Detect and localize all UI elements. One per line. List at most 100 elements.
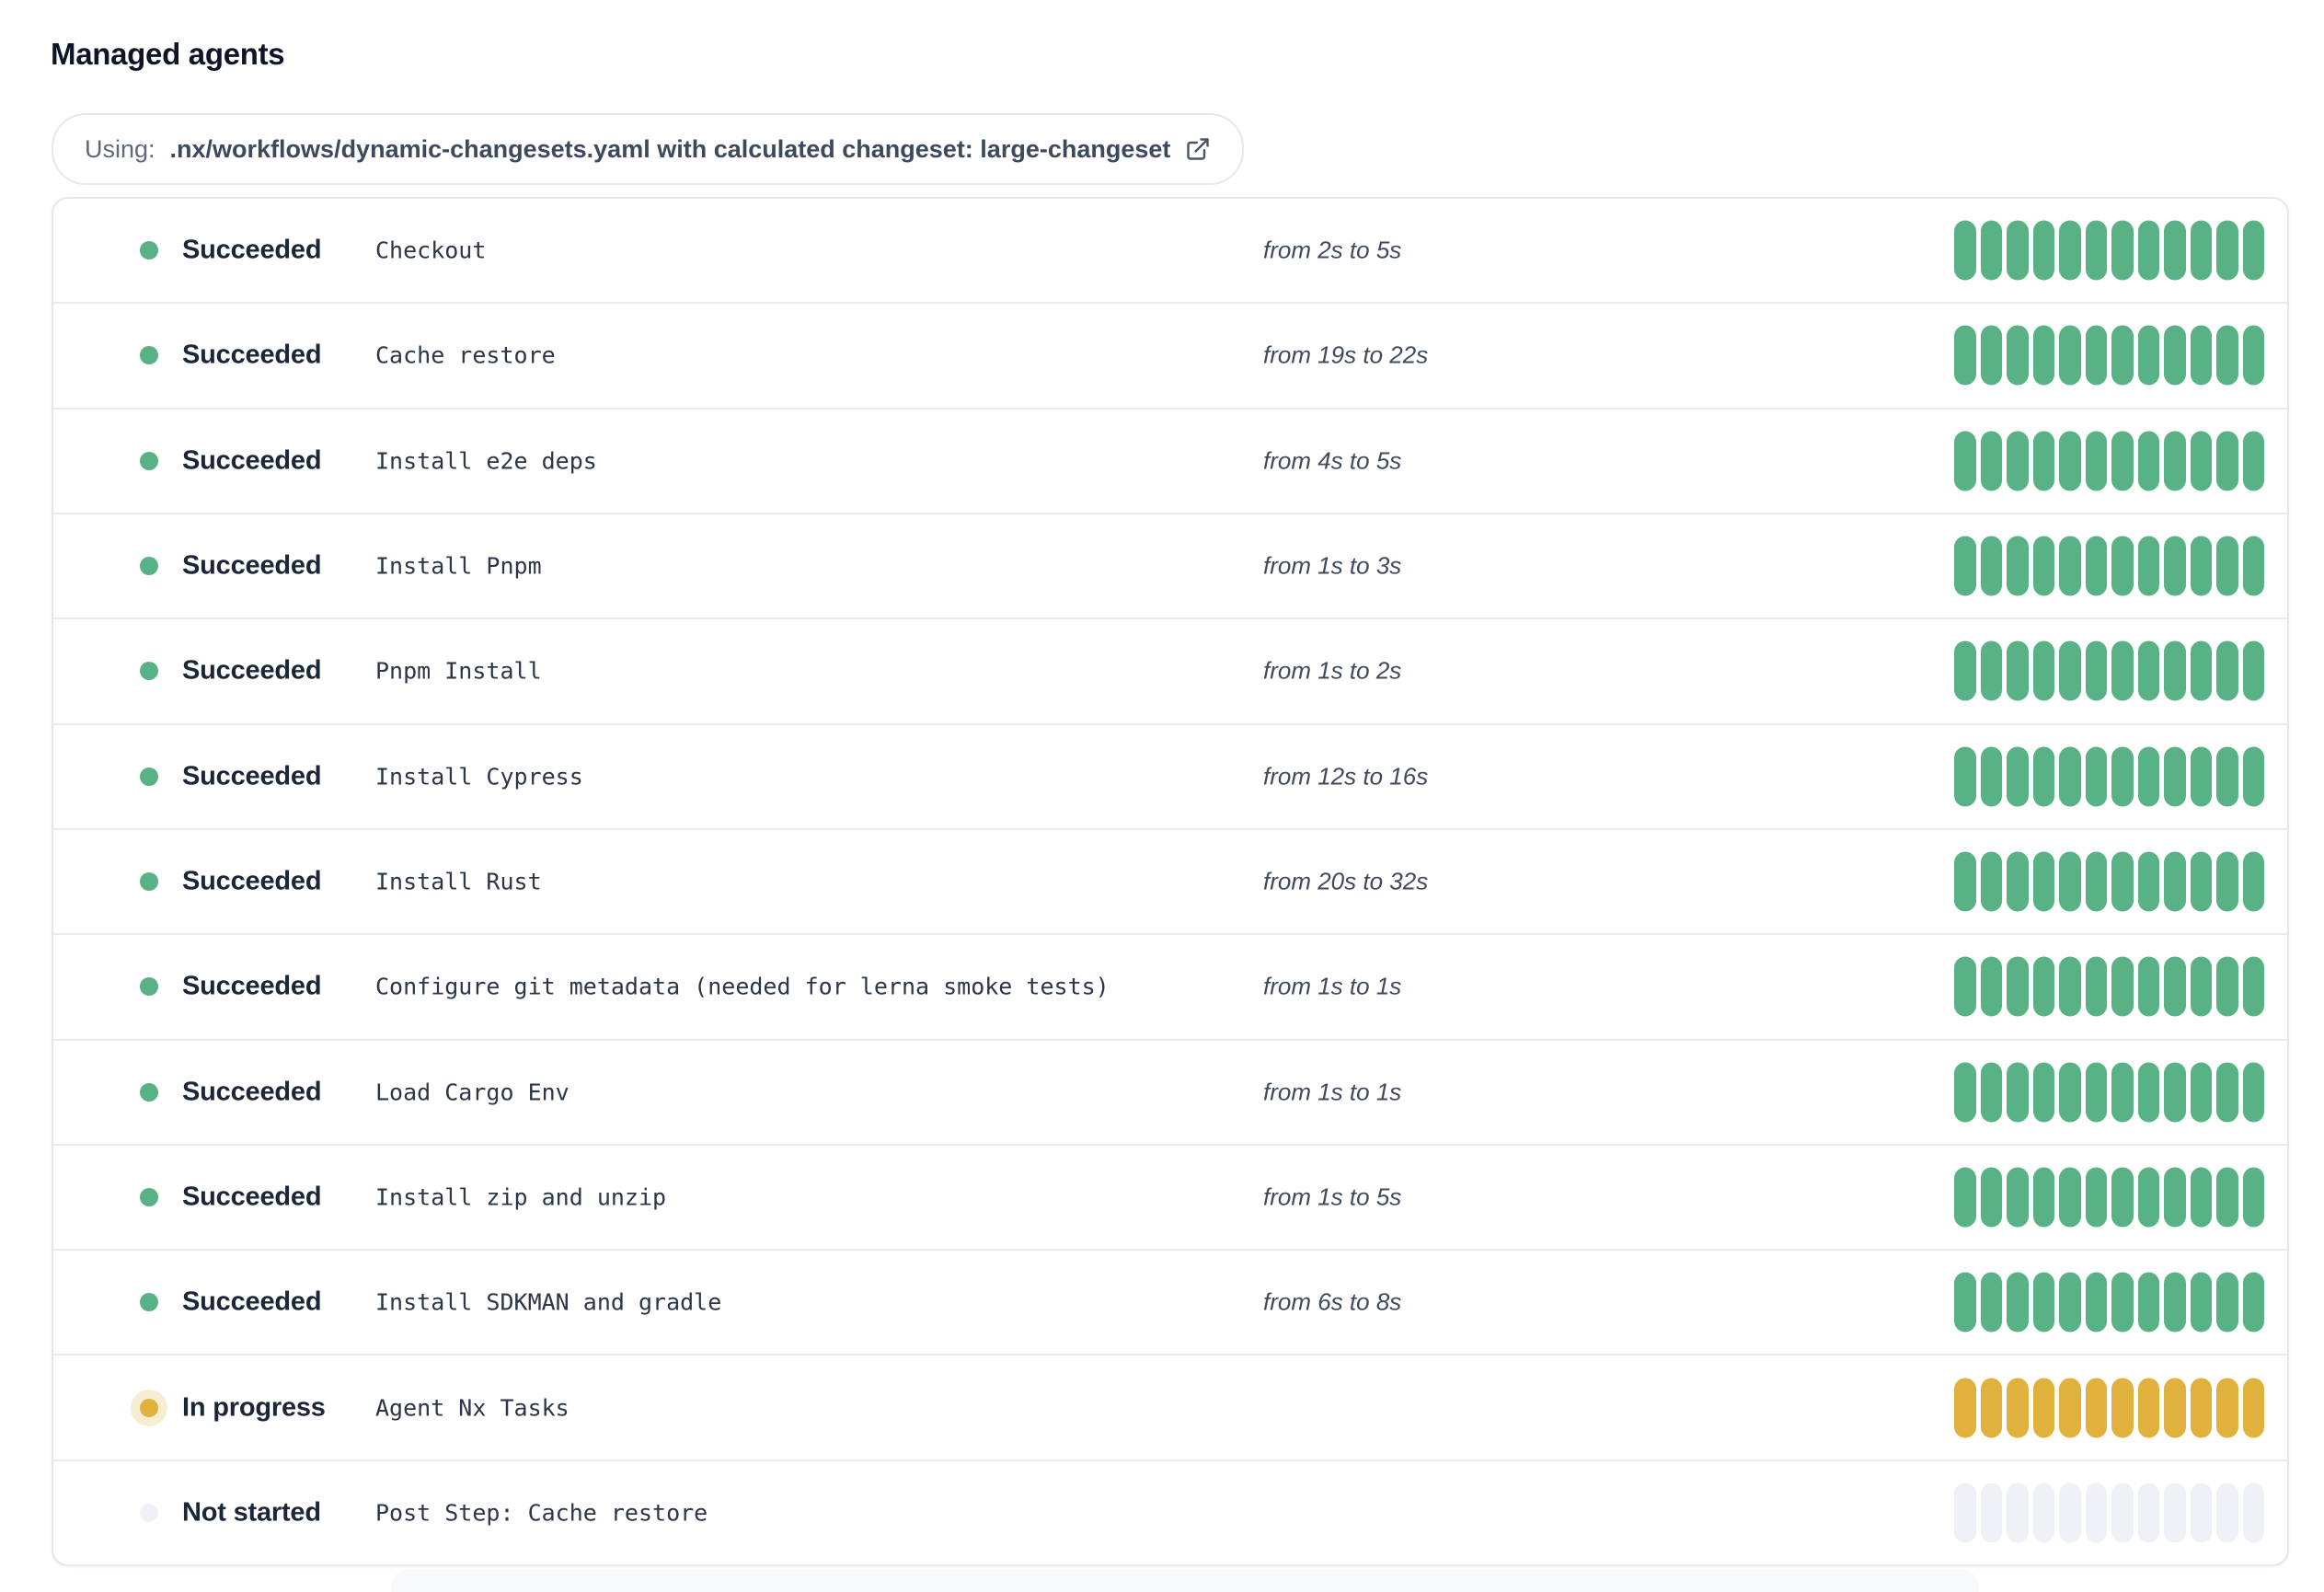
status-label: Succeeded xyxy=(182,866,322,896)
progress-segment xyxy=(2059,640,2081,701)
progress-segment xyxy=(2137,851,2159,912)
progress-segment xyxy=(2137,1062,2159,1123)
progress-segment xyxy=(1980,325,2002,386)
progress-segments xyxy=(1954,1167,2264,1228)
progress-segment xyxy=(2242,640,2264,701)
step-name: Load Cargo Env xyxy=(375,1079,569,1106)
progress-segment xyxy=(2164,956,2186,1017)
progress-segment xyxy=(2007,1378,2029,1438)
progress-segments xyxy=(1954,956,2264,1017)
progress-segment xyxy=(1954,220,1976,281)
progress-segment xyxy=(2164,220,2186,281)
managed-agents-page: Managed agents Using: .nx/workflows/dyna… xyxy=(0,0,2324,1592)
status-label: Succeeded xyxy=(182,340,322,370)
progress-segment xyxy=(2111,746,2134,807)
agent-step-row[interactable]: Succeeded Load Cargo Env from 1s to 1s xyxy=(53,1041,2287,1146)
progress-segment xyxy=(1980,746,2002,807)
progress-segment xyxy=(2111,956,2134,1017)
progress-segment xyxy=(2059,956,2081,1017)
progress-segment xyxy=(2059,536,2081,596)
step-name: Cache restore xyxy=(375,341,556,369)
agent-step-row[interactable]: Succeeded Checkout from 2s to 5s xyxy=(53,199,2287,305)
progress-segment xyxy=(2059,431,2081,491)
progress-segment xyxy=(2164,1272,2186,1332)
status-dot-icon xyxy=(140,977,158,997)
status-dot-icon xyxy=(140,1503,158,1522)
agent-step-row[interactable]: Succeeded Install zip and unzip from 1s … xyxy=(53,1146,2287,1252)
step-name: Agent Nx Tasks xyxy=(375,1394,569,1422)
progress-segment xyxy=(1980,536,2002,596)
progress-segment xyxy=(2216,220,2238,281)
agent-step-row[interactable]: Succeeded Install Rust from 20s to 32s xyxy=(53,830,2287,936)
progress-segment xyxy=(2164,1378,2186,1438)
progress-segments xyxy=(1954,431,2264,491)
progress-segment xyxy=(2059,1062,2081,1123)
step-name: Install Rust xyxy=(375,868,542,895)
progress-segment xyxy=(2216,851,2238,912)
progress-segments xyxy=(1954,1378,2264,1438)
progress-segment xyxy=(1954,325,1976,386)
external-link-icon[interactable] xyxy=(1185,136,1211,162)
progress-segment xyxy=(2190,746,2212,807)
progress-segment xyxy=(2164,325,2186,386)
progress-segment xyxy=(2190,1062,2212,1123)
agent-step-row[interactable]: Succeeded Pnpm Install from 1s to 2s xyxy=(53,619,2287,725)
progress-segment xyxy=(2164,640,2186,701)
progress-segment xyxy=(2242,1482,2264,1543)
progress-segment xyxy=(1980,956,2002,1017)
progress-segment xyxy=(2190,851,2212,912)
progress-segment xyxy=(2242,536,2264,596)
progress-segment xyxy=(2085,851,2107,912)
agent-step-row[interactable]: Succeeded Cache restore from 19s to 22s xyxy=(53,304,2287,410)
agent-step-row[interactable]: Succeeded Configure git metadata (needed… xyxy=(53,935,2287,1041)
progress-segment xyxy=(2164,746,2186,807)
progress-segment xyxy=(2216,431,2238,491)
agent-step-row[interactable]: In progress Agent Nx Tasks xyxy=(53,1356,2287,1461)
progress-segment xyxy=(2242,1378,2264,1438)
workflow-config-banner[interactable]: Using: .nx/workflows/dynamic-changesets.… xyxy=(52,113,1245,185)
progress-segment xyxy=(2216,1167,2238,1228)
progress-segment xyxy=(2164,1062,2186,1123)
status-label: Succeeded xyxy=(182,235,322,265)
status-label: Not started xyxy=(182,1497,321,1528)
progress-segment xyxy=(2164,536,2186,596)
progress-segment xyxy=(2137,431,2159,491)
step-duration: from 12s to 16s xyxy=(1263,762,1429,790)
agent-step-row[interactable]: Succeeded Install Pnpm from 1s to 3s xyxy=(53,514,2287,620)
status-dot-icon xyxy=(140,872,158,892)
progress-segment xyxy=(2242,851,2264,912)
progress-segment xyxy=(2137,746,2159,807)
next-section-sliver xyxy=(392,1570,1978,1592)
agents-list: Succeeded Checkout from 2s to 5s Succeed… xyxy=(52,197,2289,1566)
progress-segment xyxy=(2032,431,2054,491)
agent-step-row[interactable]: Not started Post Step: Cache restore xyxy=(53,1461,2287,1564)
progress-segment xyxy=(1954,431,1976,491)
step-name: Pnpm Install xyxy=(375,657,542,685)
progress-segment xyxy=(2032,1378,2054,1438)
progress-segment xyxy=(2111,640,2134,701)
progress-segment xyxy=(2190,431,2212,491)
progress-segment xyxy=(2190,956,2212,1017)
progress-segment xyxy=(1980,431,2002,491)
progress-segment xyxy=(1980,1272,2002,1332)
progress-segment xyxy=(1980,220,2002,281)
step-name: Install Pnpm xyxy=(375,552,542,580)
status-dot-icon xyxy=(140,557,158,576)
agent-step-row[interactable]: Succeeded Install SDKMAN and gradle from… xyxy=(53,1251,2287,1356)
status-label: Succeeded xyxy=(182,1182,322,1212)
agent-step-row[interactable]: Succeeded Install e2e deps from 4s to 5s xyxy=(53,410,2287,514)
progress-segment xyxy=(2111,1272,2134,1332)
step-duration: from 6s to 8s xyxy=(1263,1287,1402,1316)
status-label: Succeeded xyxy=(182,655,322,686)
status-dot-icon xyxy=(140,346,158,365)
progress-segment xyxy=(1954,746,1976,807)
progress-segments xyxy=(1954,746,2264,807)
progress-segment xyxy=(1954,640,1976,701)
progress-segment xyxy=(2032,536,2054,596)
progress-segment xyxy=(2007,640,2029,701)
progress-segment xyxy=(2007,325,2029,386)
progress-segment xyxy=(2190,536,2212,596)
progress-segment xyxy=(2032,1167,2054,1228)
step-name: Install e2e deps xyxy=(375,447,597,475)
agent-step-row[interactable]: Succeeded Install Cypress from 12s to 16… xyxy=(53,725,2287,830)
